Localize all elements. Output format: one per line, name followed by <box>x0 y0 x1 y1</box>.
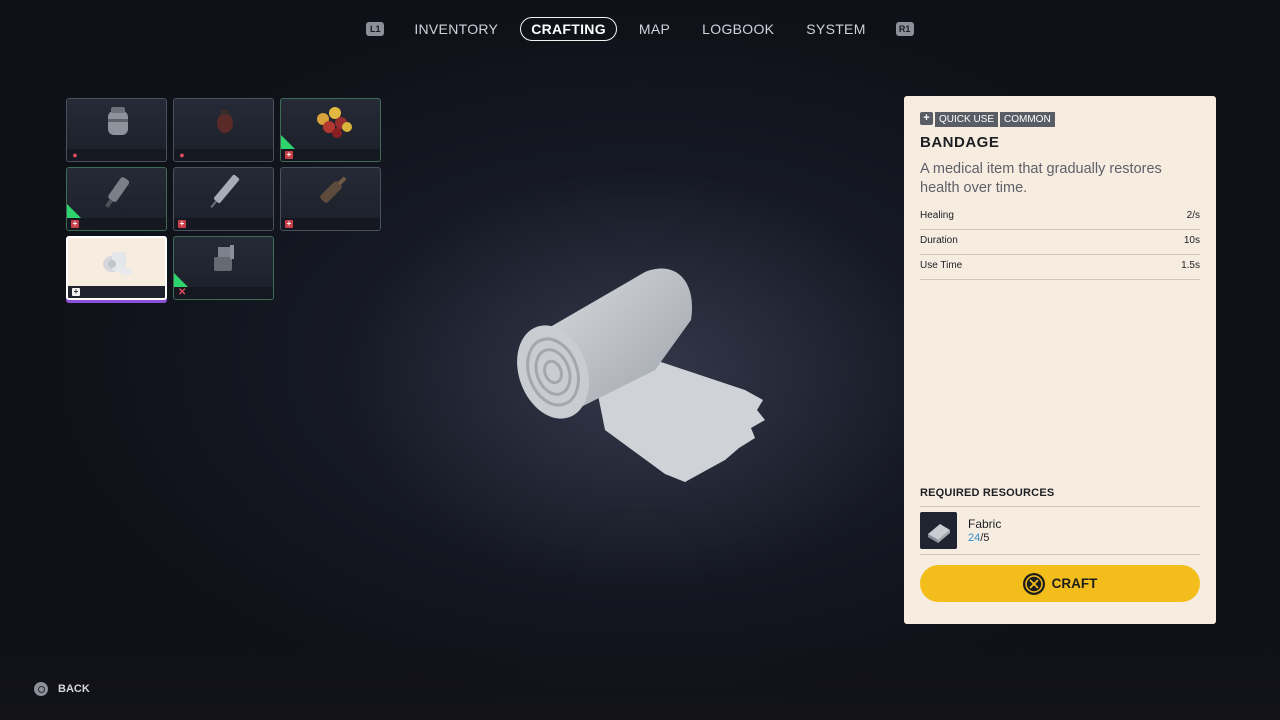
resource-required: /5 <box>980 532 990 544</box>
slot-footer <box>281 218 380 230</box>
l1-button-icon[interactable]: L1 <box>366 22 385 36</box>
item-details-panel: + QUICK USE COMMON BANDAGE A medical ite… <box>904 96 1216 624</box>
medical-plus-icon: + <box>285 150 293 159</box>
craft-button[interactable]: CRAFT <box>920 565 1200 602</box>
slot-footer <box>174 218 273 230</box>
quick-use-plus-icon: + <box>920 112 933 125</box>
tag-quick-use: QUICK USE <box>935 112 999 127</box>
stat-label: Use Time <box>920 260 963 271</box>
top-navigation: L1 INVENTORY CRAFTING MAP LOGBOOK SYSTEM… <box>0 16 1280 42</box>
slot-footer <box>67 218 166 230</box>
turret-icon <box>214 245 234 271</box>
resource-name: Fabric <box>968 517 1002 531</box>
tab-system[interactable]: SYSTEM <box>796 17 875 41</box>
slot-footer <box>67 149 166 161</box>
item-tags: + QUICK USE COMMON <box>920 112 1055 127</box>
slot-footer <box>281 149 380 161</box>
r1-button-icon[interactable]: R1 <box>895 22 914 36</box>
bottle-icon <box>320 176 347 203</box>
tab-inventory[interactable]: INVENTORY <box>404 17 508 41</box>
grenade-icon <box>217 110 233 133</box>
pill-icon: ● <box>72 150 78 160</box>
craft-button-label: CRAFT <box>1051 576 1098 591</box>
craft-slot-canister[interactable]: ● <box>66 98 167 162</box>
tab-map[interactable]: MAP <box>629 17 680 41</box>
medical-plus-icon: + <box>285 219 293 228</box>
required-resources-heading: REQUIRED RESOURCES <box>920 487 1055 499</box>
circle-button-icon <box>34 682 48 696</box>
pill-icon: ● <box>179 150 185 160</box>
stat-row: Use Time 1.5s <box>920 256 1200 280</box>
tab-logbook[interactable]: LOGBOOK <box>692 17 784 41</box>
tag-rarity: COMMON <box>1000 112 1055 127</box>
resource-count: 24/5 <box>968 532 989 544</box>
crafting-grid: ● ● + + + + + ✕ <box>66 98 381 300</box>
slot-footer <box>174 287 273 299</box>
craft-slot-turret[interactable]: ✕ <box>173 236 274 300</box>
scene-floor-shadow <box>0 640 1280 720</box>
stat-label: Healing <box>920 210 954 221</box>
stat-value: 10s <box>1183 235 1200 246</box>
back-label: BACK <box>58 683 90 695</box>
medical-plus-icon: + <box>71 219 79 228</box>
bandage-roll-icon <box>103 252 134 276</box>
item-title: BANDAGE <box>920 134 1000 151</box>
canister-icon <box>108 107 128 135</box>
injector-icon <box>105 177 130 208</box>
divider <box>920 554 1200 555</box>
craft-slot-bandage-selected[interactable]: + <box>66 236 167 300</box>
item-stats: Healing 2/s Duration 10s Use Time 1.5s <box>920 206 1200 281</box>
slot-footer <box>174 149 273 161</box>
locked-cross-icon: ✕ <box>178 287 187 298</box>
back-button[interactable]: BACK <box>34 682 90 696</box>
stat-row: Healing 2/s <box>920 206 1200 230</box>
food-pile-icon <box>317 107 352 138</box>
slot-footer <box>68 286 165 298</box>
stat-value: 1.5s <box>1181 260 1200 271</box>
craft-slot-grenade[interactable]: ● <box>173 98 274 162</box>
quick-use-plus-icon: + <box>72 287 80 296</box>
resource-owned: 24 <box>968 532 981 544</box>
craft-slot-food[interactable]: + <box>280 98 381 162</box>
stat-label: Duration <box>920 235 958 246</box>
syringe-icon <box>210 174 240 208</box>
cross-button-icon <box>1022 572 1045 595</box>
divider <box>920 506 1200 507</box>
item-description: A medical item that gradually restores h… <box>920 161 1162 196</box>
stat-value: 2/s <box>1186 210 1200 221</box>
craft-slot-bottle[interactable]: + <box>280 167 381 231</box>
fabric-icon <box>920 512 957 549</box>
craft-slot-syringe[interactable]: + <box>173 167 274 231</box>
bandage-preview-icon <box>517 268 765 482</box>
craft-slot-injector[interactable]: + <box>66 167 167 231</box>
tab-crafting[interactable]: CRAFTING <box>520 17 617 41</box>
stat-row: Duration 10s <box>920 231 1200 255</box>
medical-plus-icon: + <box>178 219 186 228</box>
